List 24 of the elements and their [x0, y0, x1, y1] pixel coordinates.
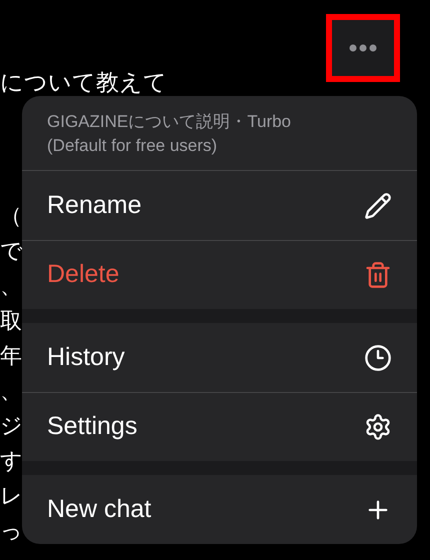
menu-item[interactable]: History	[22, 323, 417, 392]
chat-text: 、	[0, 272, 22, 300]
menu-title: GIGAZINEについて説明・Turbo	[47, 111, 292, 133]
chat-text: ジ	[0, 412, 23, 440]
chat-text: す	[0, 447, 23, 475]
chat-text: っ	[0, 517, 23, 545]
trash-icon	[364, 261, 392, 289]
menu-item[interactable]: Settings	[22, 392, 417, 461]
chat-text: （	[0, 202, 22, 230]
chat-text: レ	[0, 482, 23, 510]
settings-icon	[364, 413, 392, 441]
pencil-icon	[364, 192, 392, 220]
chat-text: について教えて	[0, 68, 167, 96]
menu-item[interactable]: Delete	[22, 240, 417, 309]
ellipsis-icon	[349, 44, 377, 52]
menu-item[interactable]: Rename	[22, 171, 417, 240]
more-button[interactable]	[326, 14, 400, 82]
chat-text: 取	[0, 307, 22, 335]
menu-item[interactable]: New chat	[22, 475, 417, 544]
chat-text: で	[0, 237, 23, 265]
chat-text: 、	[0, 377, 22, 405]
chat-text: 年	[0, 342, 22, 370]
clock-icon	[364, 344, 392, 372]
menu-subtitle: (Default for free users)	[47, 135, 218, 157]
